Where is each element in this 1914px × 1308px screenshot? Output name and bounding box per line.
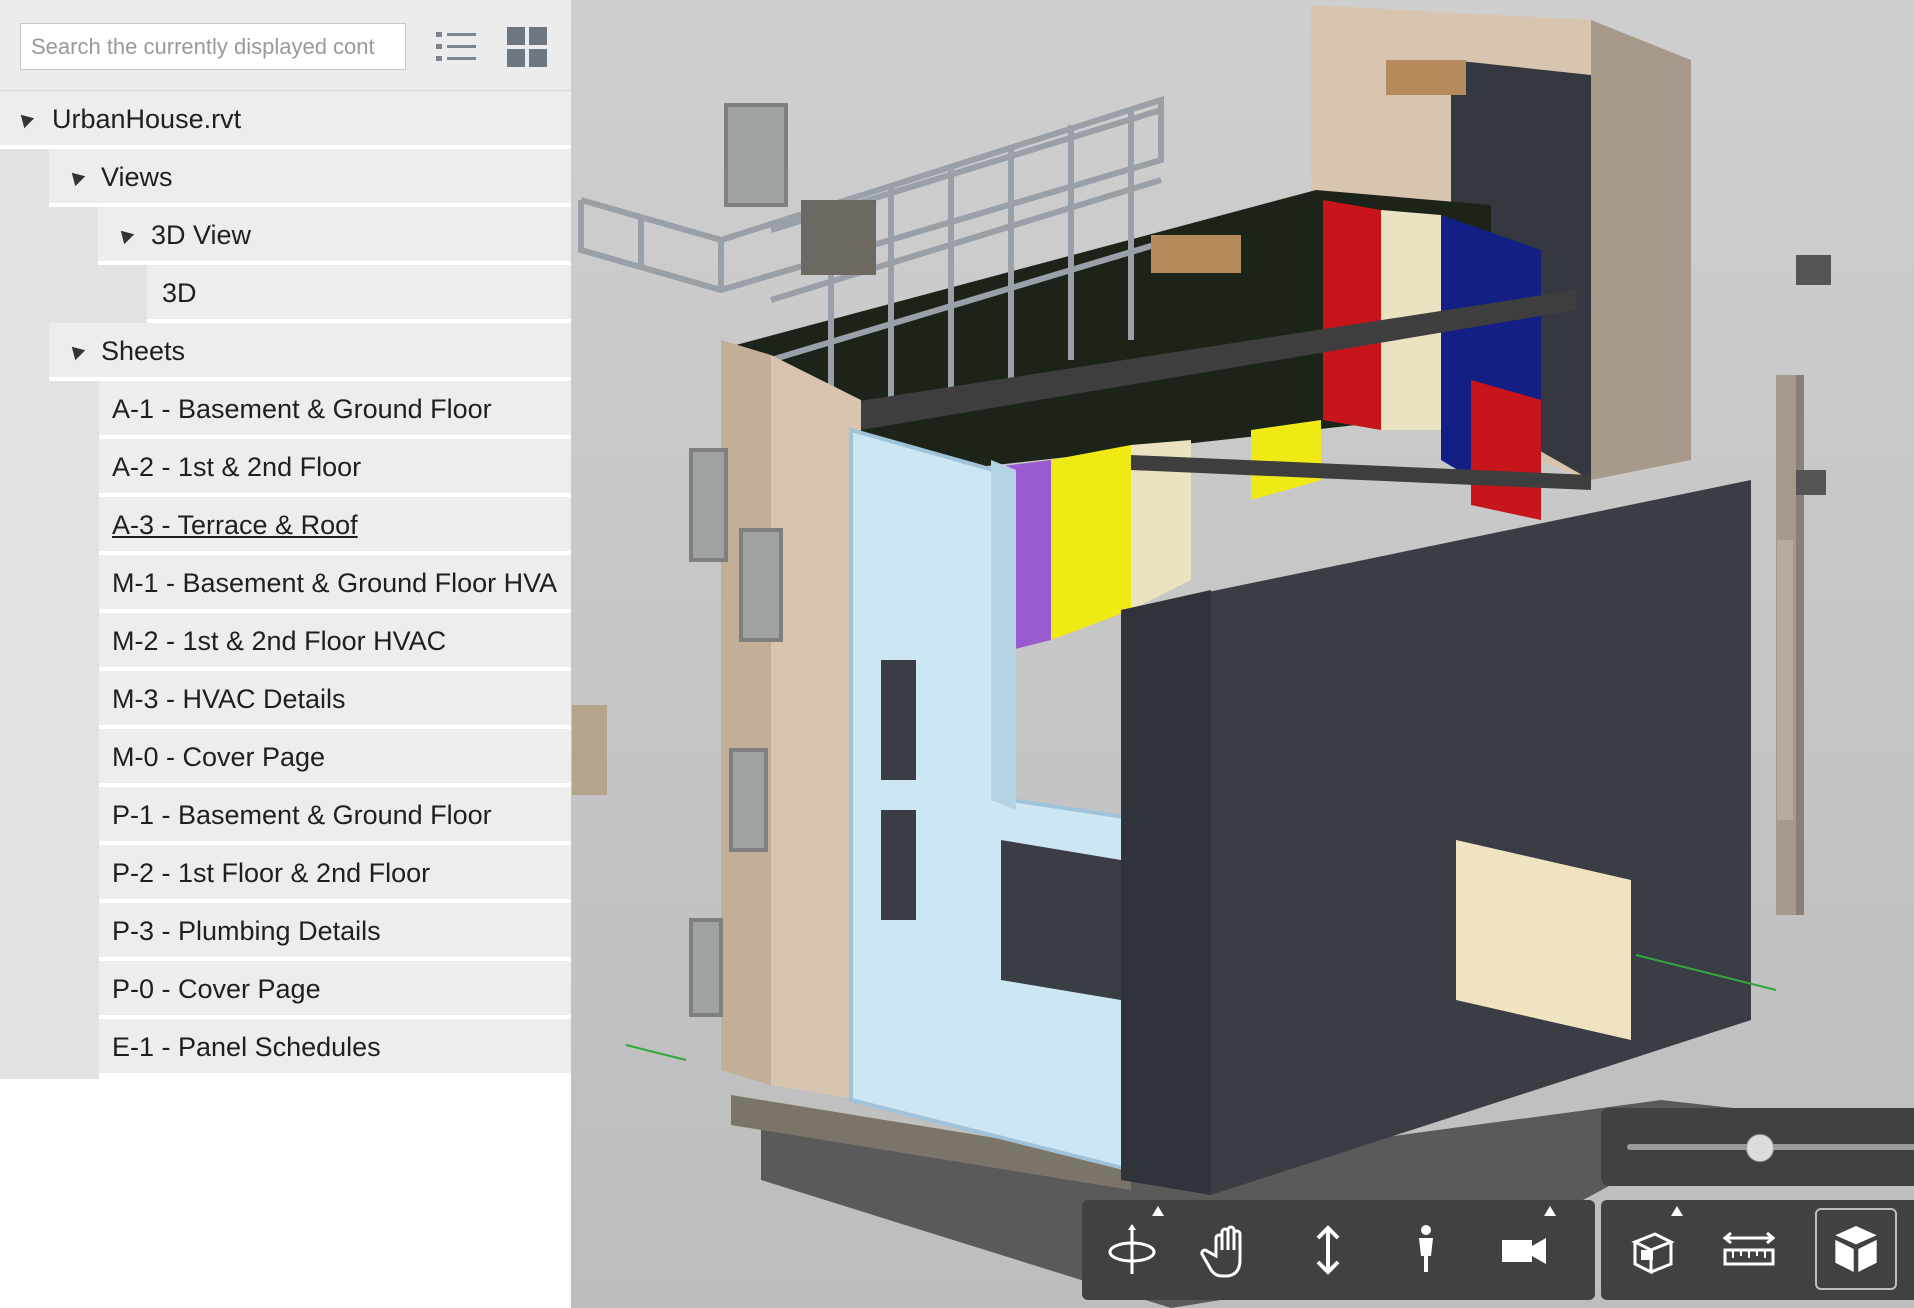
tree-indent [49, 381, 99, 1079]
sheet-item[interactable]: A-3 - Terrace & Roof [99, 497, 571, 553]
sheet-item[interactable]: P-0 - Cover Page [99, 961, 571, 1017]
tree-item-label: Views [101, 162, 173, 192]
search-input[interactable] [20, 23, 406, 70]
tree-item-label: Sheets [101, 336, 186, 366]
sheet-item[interactable]: M-1 - Basement & Ground Floor HVA [99, 555, 571, 611]
collapse-triangle-icon[interactable] [15, 109, 35, 129]
explode-slider-thumb[interactable] [1746, 1134, 1774, 1162]
model-browser-panel: UrbanHouse.rvt Views 3D View 3D Sheets A… [0, 0, 571, 1308]
sheet-item[interactable]: P-2 - 1st Floor & 2nd Floor [99, 845, 571, 901]
sheet-item-label: A-1 - Basement & Ground Floor [112, 394, 492, 424]
tree-item-label: UrbanHouse.rvt [52, 104, 242, 134]
tree-indent [98, 265, 147, 323]
sheet-item-label: P-1 - Basement & Ground Floor [112, 800, 492, 830]
sheet-item-label: P-2 - 1st Floor & 2nd Floor [112, 858, 431, 888]
tree-item-views[interactable]: Views [49, 149, 571, 205]
navigation-toolbar [1082, 1200, 1595, 1300]
tree-item-label: 3D [162, 278, 197, 308]
sheet-item-label: M-2 - 1st & 2nd Floor HVAC [112, 626, 447, 656]
sheet-item-label: E-1 - Panel Schedules [112, 1032, 381, 1062]
pan-icon[interactable] [1196, 1216, 1264, 1284]
grid-icon[interactable] [505, 24, 549, 70]
sheet-item-label: M-0 - Cover Page [112, 742, 326, 772]
sheet-item-label: P-3 - Plumbing Details [112, 916, 381, 946]
tree-item-root[interactable]: UrbanHouse.rvt [0, 91, 571, 147]
tree-item-3d-view[interactable]: 3D View [98, 207, 571, 263]
tree-item-3d[interactable]: 3D [147, 265, 571, 321]
sheet-item[interactable]: P-1 - Basement & Ground Floor [99, 787, 571, 843]
sheet-item[interactable]: A-1 - Basement & Ground Floor [99, 381, 571, 437]
sheet-item-label: A-3 - Terrace & Roof [112, 510, 358, 540]
sheet-item[interactable]: P-3 - Plumbing Details [99, 903, 571, 959]
browser-toolbar [0, 0, 571, 91]
settings-toolbar [1601, 1200, 1914, 1300]
sheet-item-label: A-2 - 1st & 2nd Floor [112, 452, 362, 482]
first-person-icon[interactable] [1392, 1216, 1460, 1284]
measure-icon[interactable] [1715, 1216, 1783, 1284]
list-icon[interactable] [434, 24, 478, 70]
sheet-item[interactable]: M-3 - HVAC Details [99, 671, 571, 727]
tree-indent [49, 207, 98, 323]
sheet-item[interactable]: A-2 - 1st & 2nd Floor [99, 439, 571, 495]
sheet-item-label: M-1 - Basement & Ground Floor HVA [112, 568, 558, 598]
explode-icon[interactable] [1617, 1206, 1685, 1284]
sheet-item-label: P-0 - Cover Page [112, 974, 321, 1004]
collapse-triangle-icon[interactable] [66, 341, 86, 361]
zoom-icon[interactable] [1294, 1216, 1362, 1284]
tree-item-sheets[interactable]: Sheets [49, 323, 571, 379]
sheet-item[interactable]: M-0 - Cover Page [99, 729, 571, 785]
camera-icon[interactable] [1490, 1206, 1558, 1284]
explode-slider-panel [1601, 1108, 1914, 1186]
model-browser-icon[interactable] [1815, 1208, 1897, 1290]
sheet-item[interactable]: M-2 - 1st & 2nd Floor HVAC [99, 613, 571, 669]
orbit-icon[interactable] [1098, 1206, 1166, 1284]
collapse-triangle-icon[interactable] [66, 167, 86, 187]
tree-indent [0, 149, 49, 1079]
tree-item-label: 3D View [151, 220, 252, 250]
sheet-item[interactable]: E-1 - Panel Schedules [99, 1019, 571, 1075]
sheet-item-label: M-3 - HVAC Details [112, 684, 346, 714]
collapse-triangle-icon[interactable] [115, 225, 135, 245]
